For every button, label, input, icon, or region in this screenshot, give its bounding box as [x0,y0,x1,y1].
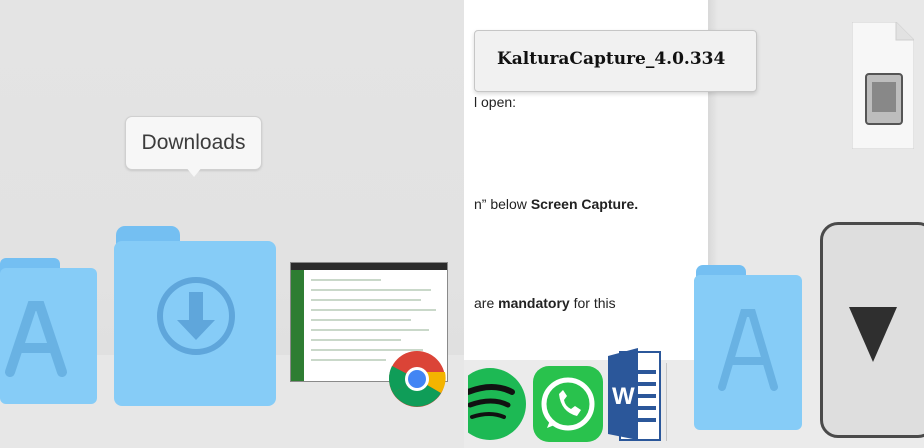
download-arrow-icon [157,277,235,355]
svg-text:W: W [612,383,635,410]
down-arrow-icon [849,307,897,362]
doc-line: n” below Screen Capture. [474,196,639,212]
whatsapp-icon[interactable] [531,362,605,442]
word-icon[interactable]: W [608,344,662,444]
doc-line: l open: [474,94,517,110]
left-dock-view: Downloads [0,0,464,448]
installer-file-icon[interactable] [852,22,914,149]
dock-tooltip-label: Downloads [141,131,246,154]
dock-tooltip: Downloads [125,116,262,170]
spotify-icon[interactable] [468,362,526,442]
downloads-folder-icon[interactable] [114,226,276,406]
right-dock-view: l open: n” below Screen Capture. are man… [464,0,924,448]
applications-folder-icon[interactable] [0,258,100,406]
file-name-label: KalturaCapture_4.0.334 [474,30,757,92]
doc-line: are mandatory for this [474,295,616,311]
app-store-glyph-icon [718,309,778,391]
chrome-icon[interactable] [388,350,446,408]
app-store-glyph-icon [5,301,67,377]
dock-separator [666,363,667,441]
applications-folder-icon[interactable] [694,265,804,430]
tooltip-pointer [185,166,203,177]
